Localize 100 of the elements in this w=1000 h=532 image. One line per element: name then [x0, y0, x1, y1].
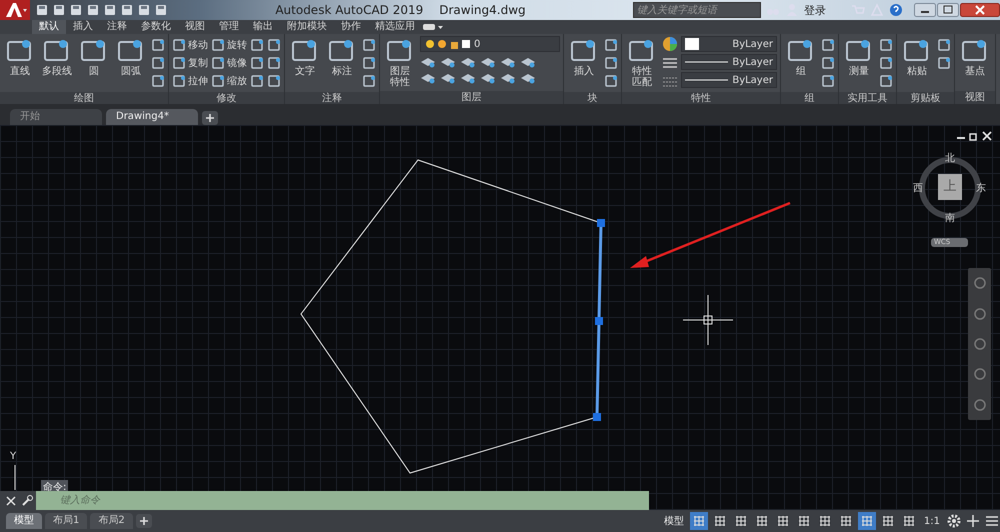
ribbon-tool-button[interactable]: 旋转 — [211, 36, 247, 54]
ribbon-tool-button[interactable]: 标注 — [325, 36, 359, 77]
layout-tab[interactable]: 模型 — [6, 513, 42, 529]
app-title: Autodesk AutoCAD 2019 — [275, 3, 424, 17]
compass-label[interactable]: 北 — [945, 151, 955, 165]
panel-title[interactable]: 特性 — [622, 92, 780, 104]
add-tab-icon[interactable] — [202, 111, 218, 125]
maximize-icon[interactable] — [937, 3, 959, 17]
panel-title[interactable]: 视图 — [955, 91, 995, 104]
layer-state-icon — [424, 38, 470, 50]
status-toggle-button[interactable] — [858, 512, 876, 530]
ribbon-tab[interactable]: 参数化 — [134, 20, 178, 34]
toolbar-icon[interactable] — [52, 3, 66, 17]
minimize-icon[interactable] — [914, 3, 936, 17]
toolbar-icon[interactable] — [103, 3, 117, 17]
toolbar-icon[interactable] — [69, 3, 83, 17]
status-icon — [880, 514, 895, 528]
layout-tab[interactable]: 布局1 — [45, 513, 88, 529]
panel-title[interactable]: 实用工具 — [839, 92, 896, 104]
ribbon-tab[interactable]: 输出 — [246, 20, 280, 34]
search-field[interactable]: 键入关键字或短语 — [633, 2, 761, 18]
help-icon[interactable] — [889, 3, 903, 17]
status-icon — [838, 514, 853, 528]
restore-icon[interactable] — [969, 131, 979, 141]
ribbon-tool-button[interactable]: 多段线 — [40, 36, 74, 77]
ribbon-tool-button[interactable]: 圆 — [77, 36, 111, 77]
document-tab[interactable]: Drawing4* — [106, 109, 198, 125]
login-link[interactable]: 登录 — [804, 2, 826, 18]
status-toggle-button[interactable] — [690, 512, 708, 530]
ribbon-tool-button[interactable]: 插入 — [567, 36, 601, 77]
navigation-tool-icon[interactable] — [972, 396, 988, 413]
ribbon-tab[interactable]: 插入 — [66, 20, 100, 34]
ribbon-tool-button[interactable]: 图层特性 — [383, 36, 417, 88]
add-layout-icon[interactable] — [136, 514, 152, 528]
plus-icon[interactable] — [965, 513, 981, 529]
toolbar-icon[interactable] — [154, 3, 168, 17]
panel-title[interactable]: 剪贴板 — [897, 92, 954, 104]
navigation-tool-icon[interactable] — [972, 366, 988, 382]
ribbon-tool-button[interactable]: 文字 — [288, 36, 322, 77]
ribbon-tool-button[interactable]: 缩放 — [211, 72, 247, 90]
toolbar-icon[interactable] — [120, 3, 134, 17]
property-dropdown[interactable]: ByLayer — [681, 54, 777, 70]
close-icon[interactable] — [4, 494, 18, 508]
close-icon[interactable] — [960, 3, 1000, 17]
ribbon-tab[interactable]: 精选应用 — [368, 20, 422, 34]
lineweight-icon[interactable] — [662, 55, 678, 71]
ribbon-tool-button[interactable]: 基点 — [958, 36, 992, 77]
document-tab[interactable]: 开始 — [10, 109, 102, 125]
layer-dropdown[interactable]: 0 — [420, 36, 560, 52]
navigation-tool-icon[interactable] — [972, 275, 988, 292]
tool-icon — [172, 38, 186, 52]
status-icon — [754, 514, 769, 528]
app-menu-button[interactable] — [0, 0, 30, 20]
layout-tab[interactable]: 布局2 — [90, 513, 133, 529]
panel-title[interactable]: 绘图 — [0, 92, 168, 104]
property-dropdown[interactable]: ByLayer — [681, 36, 777, 52]
navigation-tool-icon[interactable] — [972, 306, 988, 322]
status-icon — [902, 514, 916, 528]
axis-label: Y — [10, 451, 16, 462]
panel-title[interactable]: 注释 — [285, 92, 379, 104]
ribbon-tab[interactable]: 协作 — [334, 20, 368, 34]
navigation-tool-icon[interactable] — [972, 336, 988, 352]
file-name: Drawing4.dwg — [439, 3, 526, 17]
status-icon — [796, 514, 811, 528]
ribbon-tool-button[interactable]: 圆弧 — [114, 36, 148, 77]
ribbon-tab[interactable]: 视图 — [178, 20, 212, 34]
panel-title[interactable]: 图层 — [380, 91, 563, 104]
ribbon-tool-button[interactable]: 特性匹配 — [625, 36, 659, 88]
toggle-icon[interactable] — [422, 22, 444, 32]
color-swatch-icon — [685, 38, 699, 50]
command-input-field[interactable]: 键入命令 — [36, 491, 649, 510]
wrench-icon[interactable] — [20, 494, 34, 508]
panel-title[interactable]: 组 — [781, 92, 838, 104]
ribbon-tool-button[interactable]: 移动 — [172, 36, 208, 54]
property-dropdown[interactable]: ByLayer — [681, 72, 777, 88]
ribbon-tool-button[interactable]: 镜像 — [211, 54, 247, 72]
ribbon-tab[interactable]: 注释 — [100, 20, 134, 34]
tool-icon — [211, 56, 225, 70]
color-wheel-icon[interactable] — [662, 36, 678, 52]
compass-label[interactable]: 南 — [945, 211, 955, 225]
panel-title[interactable]: 修改 — [169, 92, 284, 104]
annotation-scale-button[interactable]: 1:1 — [920, 516, 943, 526]
toolbar-icon[interactable] — [35, 3, 49, 17]
ribbon-tool-button[interactable]: 测量 — [842, 36, 876, 77]
compass-label[interactable]: 东 — [976, 181, 986, 195]
toolbar-icon[interactable] — [137, 3, 151, 17]
ribbon-tool-button[interactable]: 拉伸 — [172, 72, 208, 90]
ribbon-tool-button[interactable]: 直线 — [3, 36, 37, 77]
ribbon-tool-button[interactable]: 复制 — [172, 54, 208, 72]
ribbon-tab[interactable]: 附加模块 — [280, 20, 334, 34]
settings-icon[interactable] — [946, 513, 962, 529]
toolbar-icon[interactable] — [86, 3, 100, 17]
status-icon — [712, 514, 727, 528]
compass-label[interactable]: 西 — [913, 181, 923, 195]
panel-title[interactable]: 块 — [564, 92, 621, 104]
ribbon-tool-button[interactable]: 组 — [784, 36, 818, 77]
ribbon-tab[interactable]: 默认 — [32, 20, 66, 34]
ribbon-tool-button[interactable]: 粘贴 — [900, 36, 934, 77]
model-space-button[interactable]: 模型 — [660, 514, 687, 528]
ribbon-tab[interactable]: 管理 — [212, 20, 246, 34]
